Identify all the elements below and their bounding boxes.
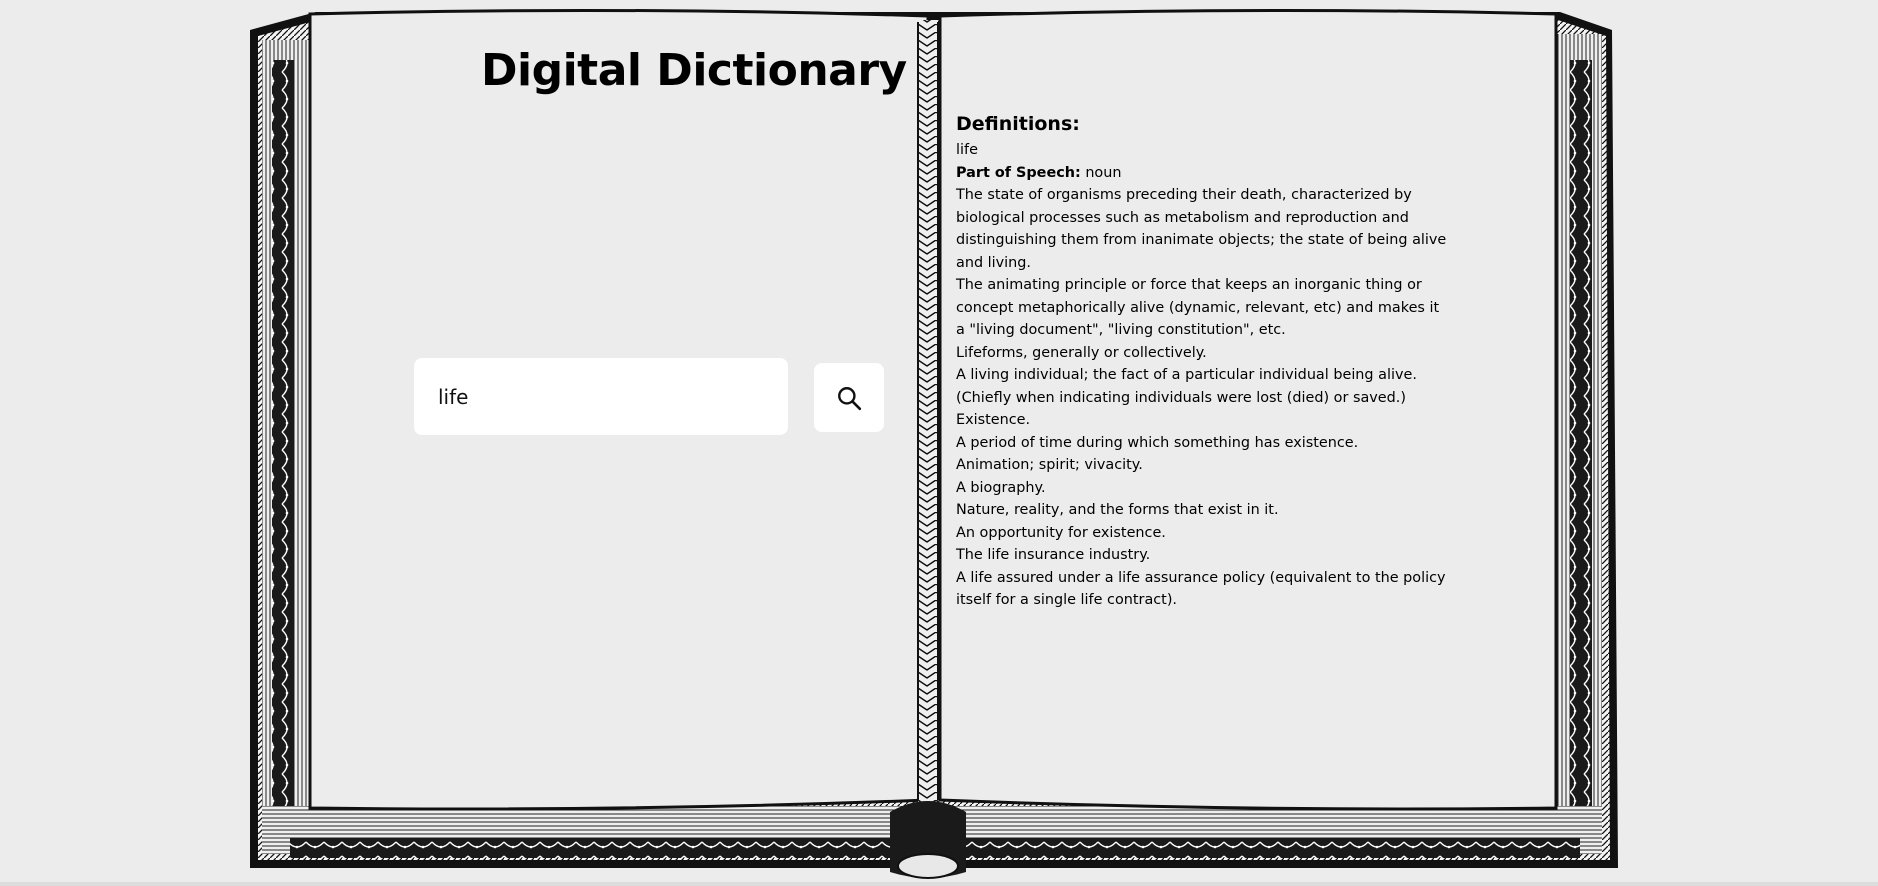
search-button[interactable]: [814, 363, 884, 432]
definition-item: Lifeforms, generally or collectively.: [956, 344, 1207, 361]
result-word: life: [956, 142, 978, 158]
search-input[interactable]: [414, 358, 788, 435]
definition-item: An opportunity for existence.: [956, 524, 1166, 541]
app-stage: Digital Dictionary Definitions: life Par…: [0, 0, 1878, 886]
definition-item: The state of organisms preceding their d…: [956, 187, 1447, 271]
part-of-speech-value: noun: [1085, 164, 1122, 181]
definition-item: Nature, reality, and the forms that exis…: [956, 502, 1279, 518]
definition-item: The animating principle or force that ke…: [956, 277, 1440, 338]
definition-item: Existence.: [956, 412, 1031, 428]
search-icon: [838, 386, 862, 410]
definition-item: A period of time during which something …: [956, 434, 1359, 451]
definitions-panel: Definitions: life Part of Speech: noun T…: [956, 110, 1450, 612]
page-title: Digital Dictionary: [481, 45, 907, 96]
definition-item: A living individual; the fact of a parti…: [956, 367, 1417, 406]
part-of-speech-label: Part of Speech:: [956, 164, 1081, 181]
definition-item: A biography.: [956, 479, 1046, 496]
definition-item: Animation; spirit; vivacity.: [956, 457, 1143, 473]
definition-list: The state of organisms preceding their d…: [956, 184, 1450, 612]
part-of-speech: Part of Speech: noun: [956, 162, 1450, 185]
open-book-illustration: [0, 8, 1878, 886]
definitions-heading: Definitions:: [956, 113, 1080, 135]
definition-item: The life insurance industry.: [956, 547, 1151, 563]
definition-item: A life assured under a life assurance po…: [956, 569, 1446, 609]
